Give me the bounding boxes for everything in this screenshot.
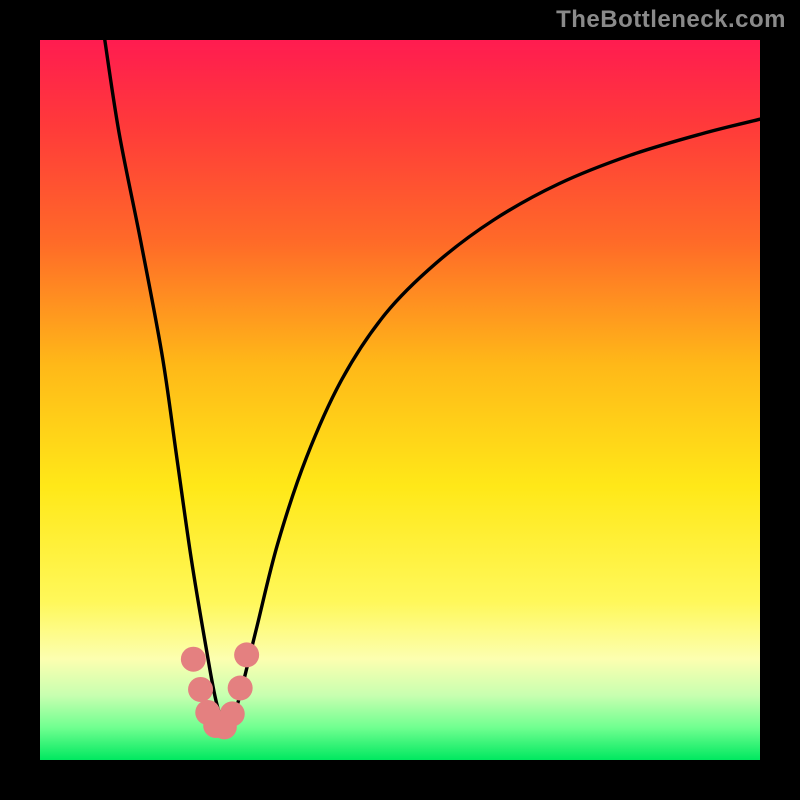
curve-marker — [188, 677, 213, 702]
chart-svg — [40, 40, 760, 760]
curve-marker — [181, 647, 206, 672]
curve-marker — [228, 676, 253, 701]
plot-area — [40, 40, 760, 760]
curve-marker — [234, 642, 259, 667]
watermark-text: TheBottleneck.com — [556, 6, 786, 34]
curve-marker — [220, 701, 245, 726]
outer-frame: TheBottleneck.com — [0, 0, 800, 800]
